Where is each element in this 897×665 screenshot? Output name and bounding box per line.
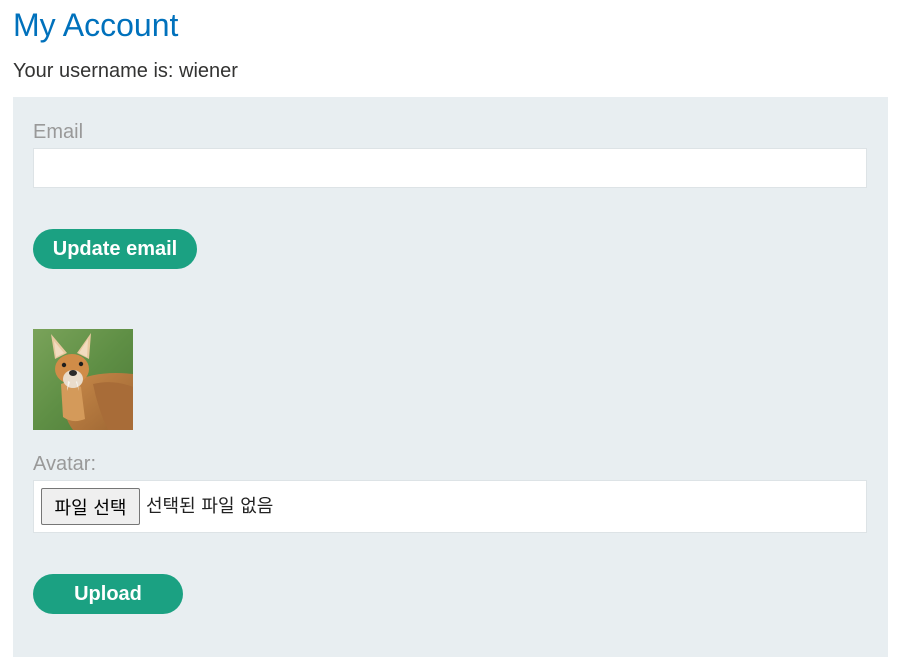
email-label: Email [33,121,84,143]
avatar-file-input[interactable]: 파일 선택 선택된 파일 없음 [33,480,867,533]
account-panel: Email Update email Avatar: 파일 선택 선택된 파일 … [13,97,888,657]
choose-file-button[interactable]: 파일 선택 [41,488,140,525]
page-title: My Account [13,7,179,43]
upload-button[interactable]: Upload [33,574,183,614]
update-email-button[interactable]: Update email [33,229,197,269]
avatar-image [33,329,133,430]
file-status-text: 선택된 파일 없음 [146,496,274,517]
email-input[interactable] [33,148,867,188]
avatar-label: Avatar: [33,453,96,475]
username-text: Your username is: wiener [13,60,238,82]
